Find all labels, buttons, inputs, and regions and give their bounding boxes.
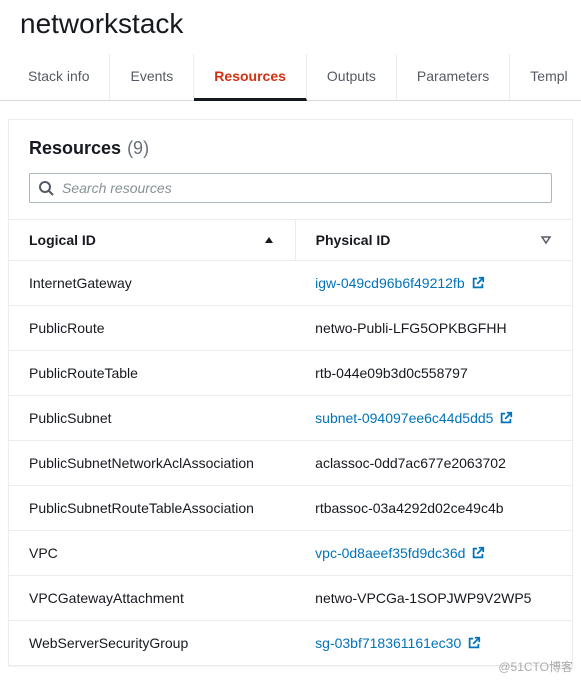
external-link-icon xyxy=(467,636,481,650)
physical-id-link[interactable]: vpc-0d8aeef35fd9dc36d xyxy=(315,545,465,561)
search-input[interactable] xyxy=(62,180,543,196)
logical-id-cell: VPC xyxy=(9,531,295,576)
table-row: VPCGatewayAttachmentnetwo-VPCGa-1SOPJWP9… xyxy=(9,576,572,621)
logical-id-cell: PublicRoute xyxy=(9,306,295,351)
external-link-icon xyxy=(471,276,485,290)
logical-id-cell: PublicSubnetRouteTableAssociation xyxy=(9,486,295,531)
logical-id-cell: WebServerSecurityGroup xyxy=(9,621,295,666)
search-wrap xyxy=(9,173,572,219)
tabs-bar: Stack infoEventsResourcesOutputsParamete… xyxy=(0,54,581,101)
physical-id-cell: igw-049cd96b6f49212fb xyxy=(295,261,572,306)
resources-table: Logical ID Physical ID Interne xyxy=(9,219,572,666)
table-row: PublicSubnetRouteTableAssociationrtbasso… xyxy=(9,486,572,531)
physical-id-cell: rtbassoc-03a4292d02ce49c4b xyxy=(295,486,572,531)
logical-id-cell: InternetGateway xyxy=(9,261,295,306)
panel-header: Resources (9) xyxy=(9,120,572,173)
watermark: @51CTO博客 xyxy=(498,658,573,675)
table-row: InternetGateway igw-049cd96b6f49212fb xyxy=(9,261,572,306)
physical-id-link[interactable]: sg-03bf718361161ec30 xyxy=(315,635,461,651)
panel-count: (9) xyxy=(127,138,149,159)
tab-outputs[interactable]: Outputs xyxy=(307,54,397,100)
search-icon xyxy=(38,180,54,196)
tab-template[interactable]: Templ xyxy=(510,54,581,100)
logical-id-cell: PublicSubnetNetworkAclAssociation xyxy=(9,441,295,486)
search-box[interactable] xyxy=(29,173,552,203)
physical-id-cell: netwo-VPCGa-1SOPJWP9V2WP5 xyxy=(295,576,572,621)
tab-info[interactable]: Stack info xyxy=(8,54,110,100)
sort-asc-icon xyxy=(263,234,275,246)
table-row: VPC vpc-0d8aeef35fd9dc36d xyxy=(9,531,572,576)
physical-id-cell: vpc-0d8aeef35fd9dc36d xyxy=(295,531,572,576)
table-row: PublicRoutenetwo-Publi-LFG5OPKBGFHH xyxy=(9,306,572,351)
external-link-icon xyxy=(471,546,485,560)
logical-id-cell: VPCGatewayAttachment xyxy=(9,576,295,621)
table-row: WebServerSecurityGroup sg-03bf718361161ec… xyxy=(9,621,572,666)
physical-id-cell: rtb-044e09b3d0c558797 xyxy=(295,351,572,396)
tab-parameters[interactable]: Parameters xyxy=(397,54,510,100)
column-logical-id[interactable]: Logical ID xyxy=(9,220,295,261)
column-physical-id[interactable]: Physical ID xyxy=(295,220,572,261)
table-row: PublicSubnetNetworkAclAssociationaclasso… xyxy=(9,441,572,486)
physical-id-cell: aclassoc-0dd7ac677e2063702 xyxy=(295,441,572,486)
tab-events[interactable]: Events xyxy=(110,54,194,100)
physical-id-cell: netwo-Publi-LFG5OPKBGFHH xyxy=(295,306,572,351)
table-row: PublicRouteTablertb-044e09b3d0c558797 xyxy=(9,351,572,396)
external-link-icon xyxy=(499,411,513,425)
page-title: networkstack xyxy=(0,0,581,54)
logical-id-cell: PublicRouteTable xyxy=(9,351,295,396)
panel-title: Resources xyxy=(29,138,121,159)
column-physical-label: Physical ID xyxy=(316,232,391,248)
physical-id-link[interactable]: igw-049cd96b6f49212fb xyxy=(315,275,464,291)
resources-panel: Resources (9) Logical ID xyxy=(8,119,573,666)
physical-id-cell: subnet-094097ee6c44d5dd5 xyxy=(295,396,572,441)
sort-none-icon xyxy=(540,234,552,246)
table-row: PublicSubnet subnet-094097ee6c44d5dd5 xyxy=(9,396,572,441)
column-logical-label: Logical ID xyxy=(29,232,96,248)
logical-id-cell: PublicSubnet xyxy=(9,396,295,441)
physical-id-link[interactable]: subnet-094097ee6c44d5dd5 xyxy=(315,410,493,426)
tab-resources[interactable]: Resources xyxy=(194,54,307,101)
